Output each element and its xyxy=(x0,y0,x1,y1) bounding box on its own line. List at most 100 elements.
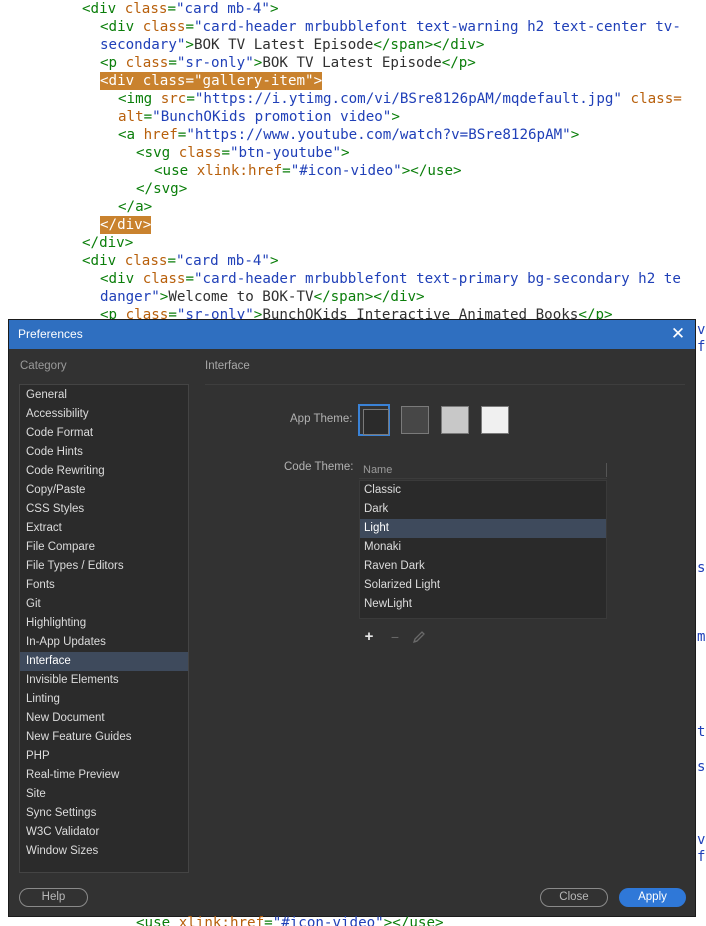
code-token: class xyxy=(142,73,186,89)
code-token: class xyxy=(142,271,186,287)
code-line[interactable]: <div class="card mb-4"> xyxy=(82,0,279,18)
category-item-site[interactable]: Site xyxy=(20,785,188,804)
help-button[interactable]: Help xyxy=(19,888,88,907)
code-theme-item[interactable]: Light xyxy=(360,519,606,538)
code-token: <use xyxy=(136,915,179,926)
code-line[interactable]: <div class="card-header mrbubblefont tex… xyxy=(100,18,681,36)
code-theme-item[interactable]: NewLight xyxy=(360,595,606,614)
category-item-extract[interactable]: Extract xyxy=(20,519,188,538)
code-token: "card mb-4" xyxy=(175,253,270,269)
code-token: > xyxy=(185,37,194,53)
code-token: <use xyxy=(154,163,197,179)
code-line-bottom: <use xlink:href="#icon-video"></use> xyxy=(130,914,530,926)
code-token: </svg> xyxy=(136,181,188,197)
code-line[interactable]: alt="BunchOKids promotion video"> xyxy=(118,108,400,126)
category-item-window-sizes[interactable]: Window Sizes xyxy=(20,842,188,861)
category-item-php[interactable]: PHP xyxy=(20,747,188,766)
app-theme-label: App Theme: xyxy=(290,413,353,425)
code-line[interactable]: <div class="card-header mrbubblefont tex… xyxy=(100,270,681,288)
code-token: <p xyxy=(100,55,126,71)
theme-name-column-header[interactable]: Name xyxy=(359,461,607,479)
code-line[interactable]: <img src="https://i.ytimg.com/vi/BSre812… xyxy=(118,90,682,108)
category-item-file-types-editors[interactable]: File Types / Editors xyxy=(20,557,188,576)
code-token: secondary" xyxy=(100,37,186,53)
code-line[interactable]: <a href="https://www.youtube.com/watch?v… xyxy=(118,126,579,144)
category-item-interface[interactable]: Interface xyxy=(20,652,188,671)
code-line[interactable]: secondary">BOK TV Latest Episode</span><… xyxy=(100,36,484,54)
category-item-code-format[interactable]: Code Format xyxy=(20,424,188,443)
code-token: </span></div> xyxy=(373,37,485,53)
code-token: </div> xyxy=(100,217,152,233)
code-token: = xyxy=(282,163,291,179)
column-resize-handle[interactable] xyxy=(606,463,607,477)
app-theme-swatch[interactable] xyxy=(441,406,469,434)
app-theme-swatch[interactable] xyxy=(358,404,390,436)
code-token: <div xyxy=(82,253,125,269)
code-token: href xyxy=(143,127,178,143)
code-theme-label: Code Theme: xyxy=(284,461,354,473)
add-theme-button[interactable]: + xyxy=(361,629,377,645)
code-line[interactable]: danger">Welcome to BOK-TV</span></div> xyxy=(100,288,425,306)
close-icon[interactable]: ✕ xyxy=(667,323,689,345)
code-line[interactable]: </div> xyxy=(100,216,152,234)
category-item-invisible-elements[interactable]: Invisible Elements xyxy=(20,671,188,690)
category-item-new-document[interactable]: New Document xyxy=(20,709,188,728)
code-token: = xyxy=(167,1,176,17)
section-divider xyxy=(205,384,685,385)
category-item-general[interactable]: General xyxy=(20,386,188,405)
category-item-css-styles[interactable]: CSS Styles xyxy=(20,500,188,519)
category-list[interactable]: General Accessibility Code Format Code Hint… xyxy=(19,384,189,873)
code-token: BOK TV Latest Episode xyxy=(193,37,374,53)
code-token: class xyxy=(142,19,186,35)
code-line[interactable]: </a> xyxy=(118,198,152,216)
code-line[interactable]: </svg> xyxy=(136,180,187,198)
code-line[interactable]: <div class="gallery-item"> xyxy=(100,72,323,90)
code-token: <div xyxy=(100,19,143,35)
category-item-w3c-validator[interactable]: W3C Validator xyxy=(20,823,188,842)
code-token: <div xyxy=(82,1,125,17)
code-line[interactable]: </div> xyxy=(82,234,133,252)
code-line[interactable]: <div class="card mb-4"> xyxy=(82,252,279,270)
code-line[interactable]: <p class="sr-only">BOK TV Latest Episode… xyxy=(100,54,476,72)
code-token: </p> xyxy=(441,55,476,71)
category-item-linting[interactable]: Linting xyxy=(20,690,188,709)
code-theme-item[interactable]: Raven Dark xyxy=(360,557,606,576)
code-token: "sr-only" xyxy=(176,55,254,71)
category-item-copy-paste[interactable]: Copy/Paste xyxy=(20,481,188,500)
code-token: "#icon-video" xyxy=(290,163,402,179)
code-line[interactable]: <svg class="btn-youtube"> xyxy=(136,144,350,162)
code-line-edge: f xyxy=(697,849,706,865)
category-item-real-time-preview[interactable]: Real-time Preview xyxy=(20,766,188,785)
code-token: = xyxy=(168,55,177,71)
category-item-code-rewriting[interactable]: Code Rewriting xyxy=(20,462,188,481)
code-theme-list[interactable]: Classic Dark Light Monaki Raven Dark Solarize… xyxy=(359,480,607,619)
category-item-sync-settings[interactable]: Sync Settings xyxy=(20,804,188,823)
code-token: <svg xyxy=(136,145,179,161)
category-item-in-app-updates[interactable]: In-App Updates xyxy=(20,633,188,652)
category-item-new-feature-guides[interactable]: New Feature Guides xyxy=(20,728,188,747)
app-theme-swatch[interactable] xyxy=(481,406,509,434)
code-token: "#icon-video" xyxy=(272,915,384,926)
code-theme-item[interactable]: Solarized Light xyxy=(360,576,606,595)
apply-button[interactable]: Apply xyxy=(619,888,686,907)
category-item-fonts[interactable]: Fonts xyxy=(20,576,188,595)
code-token: <img xyxy=(118,91,161,107)
code-token: Welcome to BOK-TV xyxy=(168,289,314,305)
category-item-git[interactable]: Git xyxy=(20,595,188,614)
app-theme-swatch[interactable] xyxy=(401,406,429,434)
category-item-file-compare[interactable]: File Compare xyxy=(20,538,188,557)
code-theme-item[interactable]: Classic xyxy=(360,481,606,500)
close-button[interactable]: Close xyxy=(540,888,608,907)
remove-theme-button[interactable]: − xyxy=(387,629,403,645)
code-theme-item[interactable]: Dark xyxy=(360,500,606,519)
code-line[interactable]: <use xlink:href="#icon-video"></use> xyxy=(154,162,462,180)
category-item-accessibility[interactable]: Accessibility xyxy=(20,405,188,424)
code-token: alt xyxy=(118,109,144,125)
dialog-titlebar[interactable]: Preferences ✕ xyxy=(9,320,695,349)
category-item-highlighting[interactable]: Highlighting xyxy=(20,614,188,633)
code-token: "btn-youtube" xyxy=(229,145,342,161)
edit-theme-button[interactable] xyxy=(411,629,427,645)
code-theme-item[interactable]: Monaki xyxy=(360,538,606,557)
category-item-code-hints[interactable]: Code Hints xyxy=(20,443,188,462)
